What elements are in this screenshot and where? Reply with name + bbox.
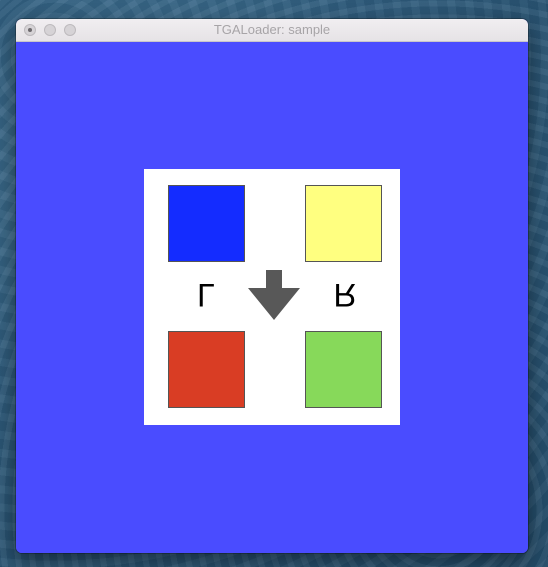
letter-l: L (197, 277, 215, 313)
yellow-square (305, 185, 382, 262)
render-canvas: L R (16, 42, 528, 553)
blue-square (168, 185, 245, 262)
title-bar[interactable]: TGALoader: sample (16, 19, 528, 42)
letter-r: R (333, 277, 357, 313)
app-window: TGALoader: sample L R (16, 19, 528, 553)
red-square (168, 331, 245, 408)
green-square (305, 331, 382, 408)
window-title: TGALoader: sample (213, 22, 331, 37)
arrow-down-icon (248, 270, 300, 320)
tga-texture: L R (144, 169, 400, 425)
